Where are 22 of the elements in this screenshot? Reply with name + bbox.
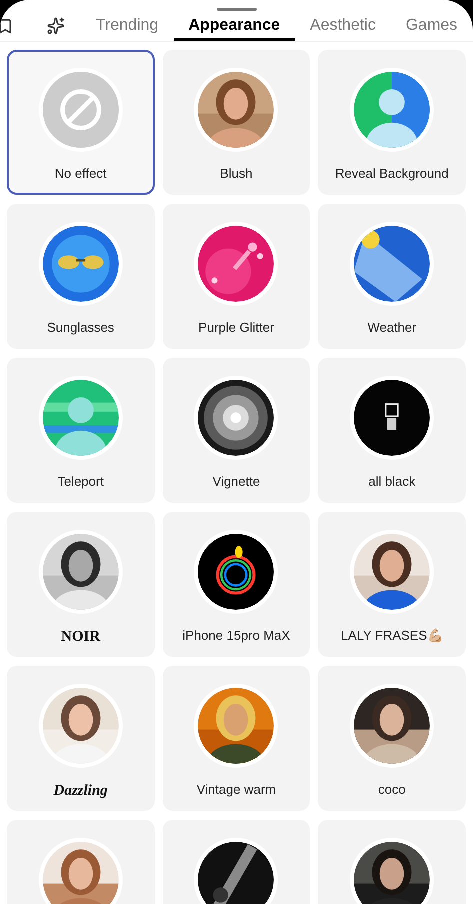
effect-card[interactable]: NOIR — [7, 512, 155, 657]
effect-card[interactable]: Purple Glitter — [162, 204, 310, 349]
category-tab[interactable]: Trending — [81, 11, 174, 41]
effect-card[interactable]: No effect — [7, 50, 155, 195]
effect-card[interactable]: Sunglasses — [7, 204, 155, 349]
category-tab[interactable]: Games — [390, 11, 473, 41]
effect-card[interactable]: LALY FRASES💪🏼 — [318, 512, 466, 657]
effect-card[interactable]: Vignette — [162, 358, 310, 503]
bookmark-icon[interactable] — [0, 18, 14, 34]
effect-card[interactable]: coco — [318, 666, 466, 811]
category-tab[interactable]: Appearance — [174, 11, 296, 41]
effect-card[interactable]: Teleport — [7, 358, 155, 503]
effect-card[interactable]: Weather — [318, 204, 466, 349]
effect-card[interactable]: Vintage warm — [162, 666, 310, 811]
category-tab[interactable]: Aesthetic — [295, 11, 391, 41]
effect-card[interactable]: Dazzling — [7, 666, 155, 811]
effect-card[interactable]: Blush — [162, 50, 310, 195]
effect-card[interactable]: all black — [318, 358, 466, 503]
effect-card[interactable]: Reveal Background — [318, 50, 466, 195]
sparkles-icon[interactable] — [47, 17, 65, 35]
effect-card[interactable]: iPhone 15pro MaX — [162, 512, 310, 657]
drag-handle[interactable] — [216, 8, 256, 11]
